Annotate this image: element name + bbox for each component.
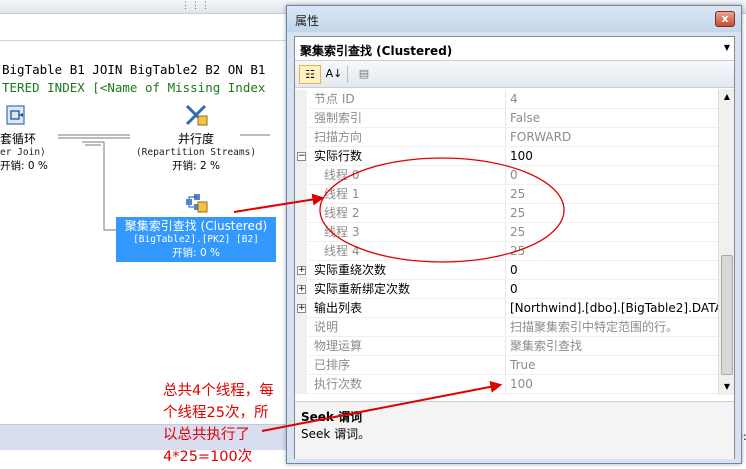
property-value[interactable]: 100: [507, 147, 718, 166]
row-gutter: [295, 90, 307, 109]
row-gutter: [295, 337, 307, 356]
property-name: 实际重新绑定次数: [307, 280, 506, 299]
property-value[interactable]: 25: [507, 242, 718, 261]
alphabetical-button[interactable]: A↓: [323, 65, 345, 84]
object-selector-value: 聚集索引查找 (Clustered): [300, 44, 453, 58]
close-button[interactable]: x: [715, 11, 735, 27]
clustered-seek-label-selected[interactable]: 聚集索引查找 (Clustered) [BigTable2].[PK2] [B2…: [116, 217, 276, 262]
expand-icon[interactable]: +: [297, 266, 306, 275]
row-gutter: [295, 204, 307, 223]
property-value[interactable]: 0: [507, 261, 718, 280]
dropdown-arrow-icon[interactable]: ▼: [724, 43, 730, 52]
properties-title: 属性: [295, 14, 320, 28]
property-name: 线程 4: [307, 242, 506, 261]
property-name: 线程 3: [307, 223, 506, 242]
property-name: 节点 ID: [307, 90, 506, 109]
property-row[interactable]: 扫描方向 FORWARD: [295, 128, 718, 147]
property-row[interactable]: + 实际重绕次数 0: [295, 261, 718, 280]
property-name: 实际重绕次数: [307, 261, 506, 280]
property-grid-scrollbar[interactable]: ▲ ▼: [718, 89, 734, 395]
property-row[interactable]: 线程 3 25: [295, 223, 718, 242]
property-pages-button[interactable]: ▤: [353, 65, 375, 84]
property-name: 强制索引: [307, 109, 506, 128]
property-name: 物理运算: [307, 337, 506, 356]
row-gutter: [295, 185, 307, 204]
scroll-down-icon[interactable]: ▼: [719, 379, 735, 395]
row-gutter: [295, 109, 307, 128]
nested-loop-sub: er Join): [0, 147, 46, 158]
description-title: Seek 谓词: [301, 410, 363, 424]
property-value[interactable]: FORWARD: [507, 128, 718, 147]
property-value[interactable]: 0: [507, 280, 718, 299]
property-name: 输出列表: [307, 299, 506, 318]
row-gutter: [295, 128, 307, 147]
property-value[interactable]: 0: [507, 166, 718, 185]
properties-toolbar: ☷ A↓ ▤: [295, 61, 734, 88]
property-value[interactable]: 4: [507, 90, 718, 109]
property-value[interactable]: 扫描聚集索引中特定范围的行。: [507, 318, 718, 337]
property-name: 执行次数: [307, 375, 506, 394]
property-value[interactable]: True: [507, 356, 718, 375]
properties-content: 聚集索引查找 (Clustered) ▼ ☷ A↓ ▤ 节点 ID 4 强制索引 Fa…: [294, 36, 735, 459]
property-row[interactable]: 线程 2 25: [295, 204, 718, 223]
property-name: 线程 0: [307, 166, 506, 185]
properties-window[interactable]: 属性 x 聚集索引查找 (Clustered) ▼ ☷ A↓ ▤ 节点 ID 4 强…: [286, 5, 742, 464]
nested-loop-icon: [6, 105, 25, 125]
property-row[interactable]: 强制索引 False: [295, 109, 718, 128]
property-value[interactable]: 25: [507, 204, 718, 223]
clustered-seek-icon: [186, 194, 208, 213]
property-value[interactable]: 100: [507, 375, 718, 394]
property-row[interactable]: 线程 00: [295, 166, 718, 185]
description-text: Seek 谓词。: [301, 427, 371, 441]
scroll-thumb[interactable]: [721, 255, 733, 375]
row-gutter: [295, 318, 307, 337]
property-row[interactable]: 线程 4 25: [295, 242, 718, 261]
categorized-button[interactable]: ☷: [299, 65, 321, 84]
property-row[interactable]: + 输出列表 [Northwind].[dbo].[BigTable2].DATA: [295, 299, 718, 318]
property-value[interactable]: False: [507, 109, 718, 128]
description-panel: Seek 谓词 Seek 谓词。: [295, 401, 734, 459]
property-grid: 节点 ID 4 强制索引 False 扫描方向 FORWARD − 实际行数 100 线程 00线…: [295, 89, 718, 395]
row-gutter: [295, 356, 307, 375]
row-gutter: [295, 242, 307, 261]
property-row[interactable]: 执行次数 100: [295, 375, 718, 394]
property-value[interactable]: 聚集索引查找: [507, 337, 718, 356]
nested-loop-name: 套循环: [0, 132, 37, 146]
property-name: 扫描方向: [307, 128, 506, 147]
property-value[interactable]: 25: [507, 223, 718, 242]
property-row[interactable]: 说明 扫描聚集索引中特定范围的行。: [295, 318, 718, 337]
horizontal-scrollbar[interactable]: [0, 424, 290, 450]
clustered-seek-name: 聚集索引查找 (Clustered): [124, 219, 268, 233]
property-row[interactable]: 物理运算 聚集索引查找: [295, 337, 718, 356]
property-row[interactable]: + 实际重新绑定次数 0: [295, 280, 718, 299]
parallelism-icon: [185, 104, 208, 126]
scroll-up-icon[interactable]: ▲: [719, 89, 735, 105]
row-gutter: [295, 223, 307, 242]
clustered-seek-sub: [BigTable2].[PK2] [B2]: [133, 234, 259, 245]
property-name: 已排序: [307, 356, 506, 375]
row-gutter: [295, 166, 307, 185]
properties-titlebar[interactable]: 属性 x: [287, 6, 741, 32]
parallelism-sub: (Repartition Streams): [135, 147, 257, 158]
property-row[interactable]: 线程 1 25: [295, 185, 718, 204]
parallelism-name: 并行度: [177, 132, 214, 146]
property-name: 实际行数: [307, 147, 506, 166]
row-gutter: [295, 375, 307, 394]
property-name: 线程 1: [307, 185, 506, 204]
property-row[interactable]: 已排序 True: [295, 356, 718, 375]
property-row[interactable]: 节点 ID 4: [295, 90, 718, 109]
nested-loop-cost: 开销: 0 %: [0, 160, 48, 172]
object-selector-dropdown[interactable]: 聚集索引查找 (Clustered) ▼: [295, 37, 734, 61]
property-value[interactable]: [Northwind].[dbo].[BigTable2].DATA: [507, 299, 718, 318]
property-row[interactable]: − 实际行数 100: [295, 147, 718, 166]
property-value[interactable]: 25: [507, 185, 718, 204]
property-name: 线程 2: [307, 204, 506, 223]
toolbar-separator: [347, 66, 348, 83]
collapse-icon[interactable]: −: [297, 152, 306, 161]
expand-icon[interactable]: +: [297, 285, 306, 294]
clustered-seek-cost: 开销: 0 %: [172, 247, 220, 259]
expand-icon[interactable]: +: [297, 304, 306, 313]
parallelism-cost: 开销: 2 %: [172, 160, 220, 172]
property-name: 说明: [307, 318, 506, 337]
